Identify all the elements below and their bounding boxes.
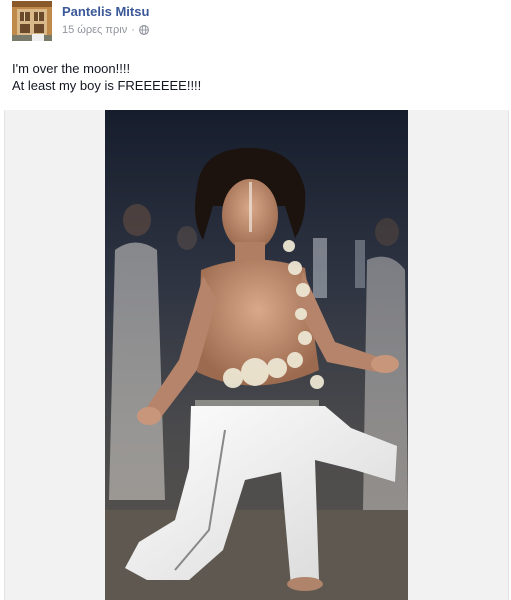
feed-post: Pantelis Mitsu 15 ώρες πριν · I'm over t… xyxy=(0,0,511,600)
runway-model-photo xyxy=(105,110,408,600)
avatar[interactable] xyxy=(12,1,52,41)
building-window-avatar-icon xyxy=(12,1,52,41)
post-message: I'm over the moon!!!! At least my boy is… xyxy=(12,60,201,94)
meta-separator: · xyxy=(131,24,135,36)
author-name-link[interactable]: Pantelis Mitsu xyxy=(62,4,149,19)
globe-icon[interactable] xyxy=(138,25,149,35)
post-header: Pantelis Mitsu 15 ώρες πριν · xyxy=(12,0,492,44)
message-line: I'm over the moon!!!! xyxy=(12,61,131,76)
photo-frame xyxy=(4,110,509,600)
message-line: At least my boy is FREEEEEE!!!! xyxy=(12,78,202,93)
post-timestamp[interactable]: 15 ώρες πριν xyxy=(62,24,127,36)
post-meta: 15 ώρες πριν · xyxy=(62,24,149,36)
post-photo[interactable] xyxy=(105,110,408,600)
